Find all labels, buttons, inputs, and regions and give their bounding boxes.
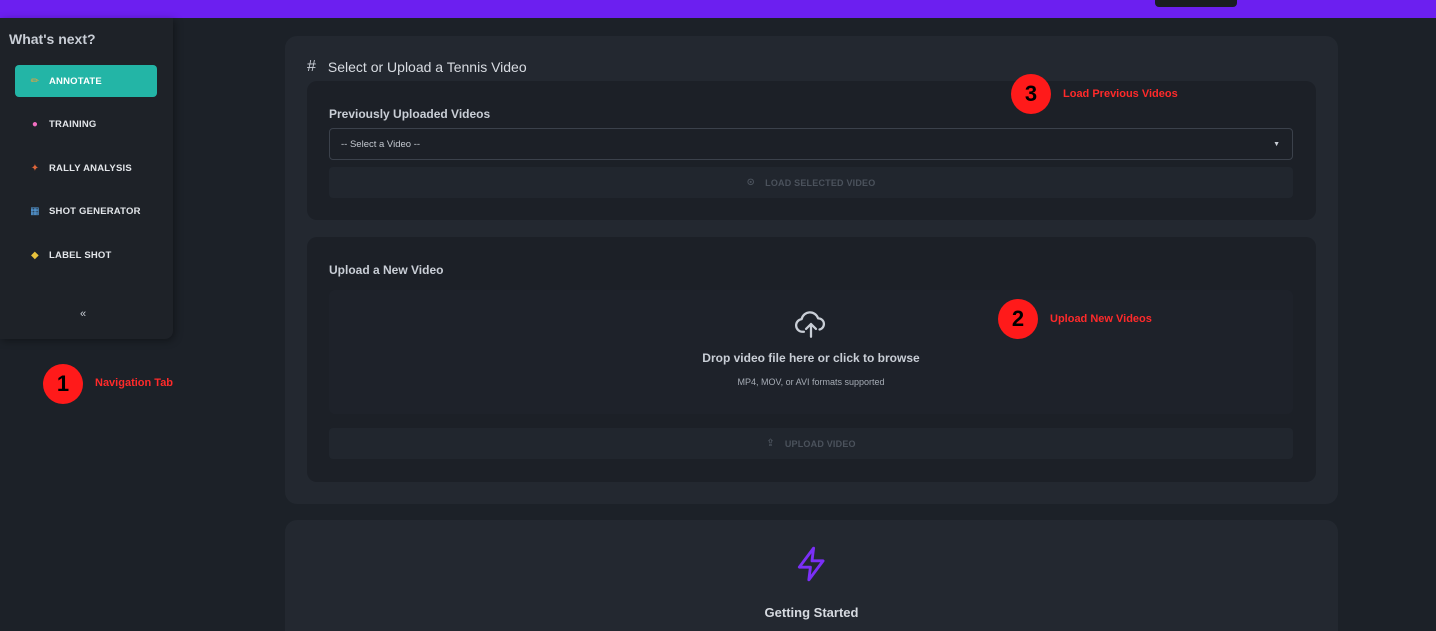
previous-videos-label: Previously Uploaded Videos <box>329 107 491 121</box>
load-button-label: LOAD SELECTED VIDEO <box>765 177 876 188</box>
video-select[interactable]: -- Select a Video -- ▼ <box>329 128 1293 160</box>
sidebar: What's next? ✏ ANNOTATE ● TRAINING ✦ RAL… <box>0 18 173 339</box>
sidebar-item-rally-analysis[interactable]: ✦ RALLY ANALYSIS <box>15 152 157 184</box>
sidebar-item-training[interactable]: ● TRAINING <box>15 108 157 140</box>
collapse-sidebar-button[interactable]: « <box>80 308 86 320</box>
annotation-label-3: Load Previous Videos <box>1063 88 1178 100</box>
upload-button-label: UPLOAD VIDEO <box>784 438 856 449</box>
brain-icon: ● <box>31 118 39 130</box>
load-selected-video-button[interactable]: ⊙ LOAD SELECTED VIDEO <box>329 167 1293 198</box>
sidebar-item-label: TRAINING <box>49 118 97 130</box>
chevron-down-icon: ▼ <box>1273 141 1280 148</box>
upload-icon: ⇪ <box>766 438 775 449</box>
supported-formats-text: MP4, MOV, or AVI formats supported <box>737 377 885 387</box>
top-bar <box>0 0 1436 18</box>
annotation-marker-2: 2 <box>998 299 1038 339</box>
getting-started-title: Getting Started <box>764 605 859 620</box>
annotation-label-1: Navigation Tab <box>95 377 174 389</box>
sidebar-item-label: LABEL SHOT <box>49 249 112 261</box>
card-title: # Select or Upload a Tennis Video <box>307 58 527 76</box>
dropzone-text: Drop video file here or click to browse <box>702 351 920 365</box>
hash-icon: # <box>307 58 316 75</box>
sidebar-item-label: ANNOTATE <box>49 75 102 87</box>
sidebar-item-annotate[interactable]: ✏ ANNOTATE <box>15 65 157 97</box>
pencil-icon: ✏ <box>30 75 40 87</box>
annotation-marker-3: 3 <box>1011 74 1051 114</box>
lightning-bolt-icon <box>797 546 825 582</box>
annotation-marker-1: 1 <box>43 364 83 404</box>
sidebar-item-label: RALLY ANALYSIS <box>49 162 132 174</box>
chart-icon: ▦ <box>30 205 40 217</box>
tag-icon: ◆ <box>31 249 39 261</box>
play-circle-icon: ⊙ <box>746 177 756 188</box>
upload-video-label: Upload a New Video <box>329 263 444 277</box>
sidebar-item-shot-generator[interactable]: ▦ SHOT GENERATOR <box>15 195 157 227</box>
getting-started-card: Getting Started <box>285 520 1338 631</box>
cloud-upload-icon <box>795 311 826 338</box>
video-select-value: -- Select a Video -- <box>341 138 421 150</box>
upload-video-button[interactable]: ⇪ UPLOAD VIDEO <box>329 428 1293 459</box>
card-title-text: Select or Upload a Tennis Video <box>327 59 527 75</box>
file-dropzone[interactable]: Drop video file here or click to browse … <box>329 290 1293 414</box>
racket-icon: ✦ <box>30 162 40 174</box>
sidebar-title: What's next? <box>9 31 96 47</box>
sidebar-item-label-shot[interactable]: ◆ LABEL SHOT <box>15 239 157 271</box>
top-bar-button[interactable] <box>1155 0 1237 7</box>
sidebar-item-label: SHOT GENERATOR <box>49 205 141 217</box>
annotation-label-2: Upload New Videos <box>1050 313 1152 325</box>
